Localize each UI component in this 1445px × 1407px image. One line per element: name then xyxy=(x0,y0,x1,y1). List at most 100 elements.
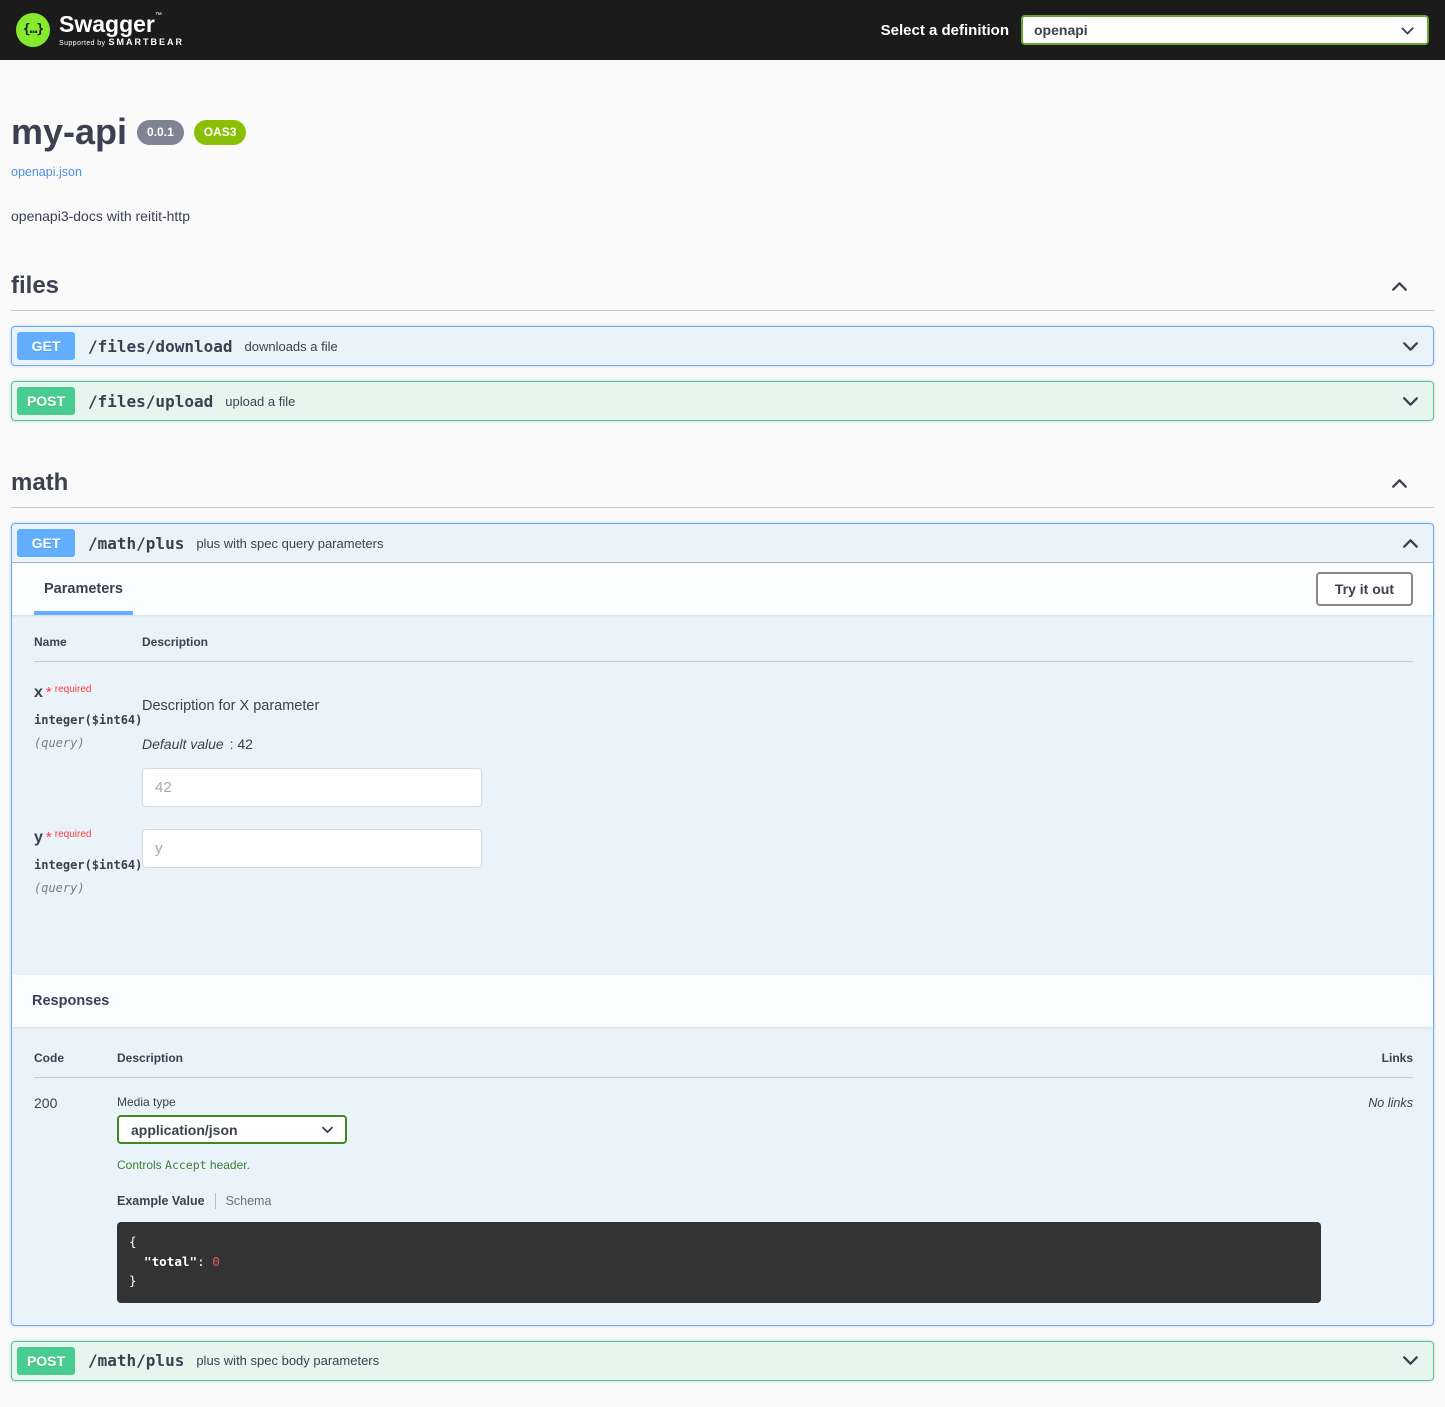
code-line: } xyxy=(129,1271,1309,1291)
chevron-down-icon[interactable] xyxy=(1400,1350,1421,1371)
response-row-200: 200 Media type application/json Controls… xyxy=(34,1078,1413,1303)
parameter-name: x xyxy=(34,684,43,701)
version-badge: 0.0.1 xyxy=(137,120,184,145)
api-description: openapi3-docs with reitit-http xyxy=(11,208,1434,224)
required-asterisk: * xyxy=(46,829,52,846)
chevron-up-icon[interactable] xyxy=(1389,276,1410,297)
controls-accept: Accept xyxy=(165,1158,207,1172)
parameter-x-name-cell: x*required integer($int64) (query) xyxy=(34,684,142,750)
parameter-x-input[interactable] xyxy=(142,768,482,807)
api-title-text: my-api xyxy=(11,111,127,152)
responses-table-head: Code Description Links xyxy=(34,1051,1413,1078)
tab-separator xyxy=(215,1193,216,1209)
opblock-post-files-upload: POST /files/upload upload a file xyxy=(11,381,1434,421)
opblock-get-math-plus: GET /math/plus plus with spec query para… xyxy=(11,523,1434,1326)
opblock-summary[interactable]: GET /math/plus plus with spec query para… xyxy=(12,524,1433,563)
section-files-header[interactable]: files xyxy=(11,266,1434,311)
parameter-row-y: y*required integer($int64) (query) xyxy=(34,807,1413,895)
parameter-description: Description for X parameter xyxy=(142,698,1413,714)
code-line: { xyxy=(129,1232,1309,1252)
parameters-header: Parameters Try it out xyxy=(12,563,1433,615)
chevron-up-icon[interactable] xyxy=(1389,473,1410,494)
controls-suffix: header. xyxy=(207,1158,250,1172)
method-badge-get: GET xyxy=(17,332,75,360)
op-summary-text: plus with spec body parameters xyxy=(196,1353,379,1368)
json-value: 0 xyxy=(212,1254,220,1269)
responses-table: Code Description Links 200 Media type ap… xyxy=(12,1027,1433,1325)
chevron-up-icon[interactable] xyxy=(1400,533,1421,554)
parameter-y-description-cell xyxy=(142,829,1413,868)
op-path[interactable]: /math/plus xyxy=(88,534,184,553)
logo-title: Swagger xyxy=(59,11,155,37)
method-badge-post: POST xyxy=(17,1347,75,1375)
parameter-type: integer($int64) xyxy=(34,713,142,727)
media-type-value: application/json xyxy=(131,1122,238,1138)
section-math-title: math xyxy=(11,469,68,497)
code-column-header: Code xyxy=(34,1051,117,1065)
controls-prefix: Controls xyxy=(117,1158,165,1172)
section-math: math GET /math/plus plus with spec query… xyxy=(11,463,1434,1381)
op-path[interactable]: /files/download xyxy=(88,337,233,356)
method-badge-get: GET xyxy=(17,529,75,557)
swagger-logo[interactable]: {…} Swagger™ Supported bySMARTBEAR xyxy=(16,12,184,47)
media-type-label: Media type xyxy=(117,1095,1321,1109)
op-path[interactable]: /math/plus xyxy=(88,1351,184,1370)
parameter-location: (query) xyxy=(34,736,142,750)
section-math-header[interactable]: math xyxy=(11,463,1434,508)
default-value-label: Default value xyxy=(142,736,224,752)
parameter-y-name-cell: y*required integer($int64) (query) xyxy=(34,829,142,895)
controls-accept-note: Controls Accept header. xyxy=(117,1158,1321,1172)
parameters-table: Name Description x*required integer($int… xyxy=(12,615,1433,975)
parameter-default: Default value : 42 xyxy=(142,736,1413,752)
example-value-code: { "total": 0 } xyxy=(117,1222,1321,1303)
required-asterisk: * xyxy=(46,684,52,701)
parameter-type: integer($int64) xyxy=(34,858,142,872)
definition-select-value: openapi xyxy=(1034,22,1088,38)
swagger-logo-icon: {…} xyxy=(16,13,50,47)
definition-selector: Select a definition openapi xyxy=(881,15,1429,45)
page-title: my-api 0.0.1 OAS3 xyxy=(11,110,1434,153)
op-summary-text: plus with spec query parameters xyxy=(196,536,383,551)
opblock-get-files-download: GET /files/download downloads a file xyxy=(11,326,1434,366)
op-summary-text: upload a file xyxy=(225,394,295,409)
description-column-header: Description xyxy=(117,1051,1341,1065)
tab-parameters: Parameters xyxy=(34,563,133,615)
opblock-post-math-plus: POST /math/plus plus with spec body para… xyxy=(11,1341,1434,1381)
oas3-badge: OAS3 xyxy=(194,120,247,145)
logo-subtitle: Supported bySMARTBEAR xyxy=(59,38,184,47)
links-column-header: Links xyxy=(1341,1051,1413,1065)
required-label: required xyxy=(55,829,92,840)
parameter-x-description-cell: Description for X parameter Default valu… xyxy=(142,684,1413,807)
default-value: 42 xyxy=(237,736,253,752)
opblock-summary[interactable]: GET /files/download downloads a file xyxy=(12,327,1433,365)
name-column-header: Name xyxy=(34,635,142,649)
spec-link[interactable]: openapi.json xyxy=(11,165,82,179)
responses-header: Responses xyxy=(12,975,1433,1027)
chevron-down-icon[interactable] xyxy=(1400,391,1421,412)
opblock-summary[interactable]: POST /files/upload upload a file xyxy=(12,382,1433,420)
media-type-select[interactable]: application/json xyxy=(117,1115,347,1144)
select-definition-label: Select a definition xyxy=(881,22,1009,39)
chevron-down-icon xyxy=(1399,22,1416,39)
tab-example-value[interactable]: Example Value xyxy=(117,1194,205,1208)
opblock-summary[interactable]: POST /math/plus plus with spec body para… xyxy=(12,1342,1433,1380)
parameter-name: y xyxy=(34,829,43,846)
required-label: required xyxy=(55,684,92,695)
op-path[interactable]: /files/upload xyxy=(88,392,213,411)
tab-schema[interactable]: Schema xyxy=(226,1194,272,1208)
chevron-down-icon xyxy=(320,1122,335,1137)
topbar: {…} Swagger™ Supported bySMARTBEAR Selec… xyxy=(0,0,1445,60)
method-badge-post: POST xyxy=(17,387,75,415)
description-column-header: Description xyxy=(142,635,1413,649)
braces-icon: {…} xyxy=(23,22,43,37)
definition-select[interactable]: openapi xyxy=(1021,15,1429,45)
op-summary-text: downloads a file xyxy=(245,339,338,354)
try-it-out-button[interactable]: Try it out xyxy=(1316,572,1413,606)
response-links: No links xyxy=(1341,1096,1413,1110)
example-schema-tabs: Example Value Schema xyxy=(117,1193,1321,1209)
section-files-title: files xyxy=(11,272,59,300)
chevron-down-icon[interactable] xyxy=(1400,336,1421,357)
parameter-y-input[interactable] xyxy=(142,829,482,868)
code-line: "total": 0 xyxy=(129,1252,1309,1272)
json-colon: : xyxy=(197,1254,212,1269)
